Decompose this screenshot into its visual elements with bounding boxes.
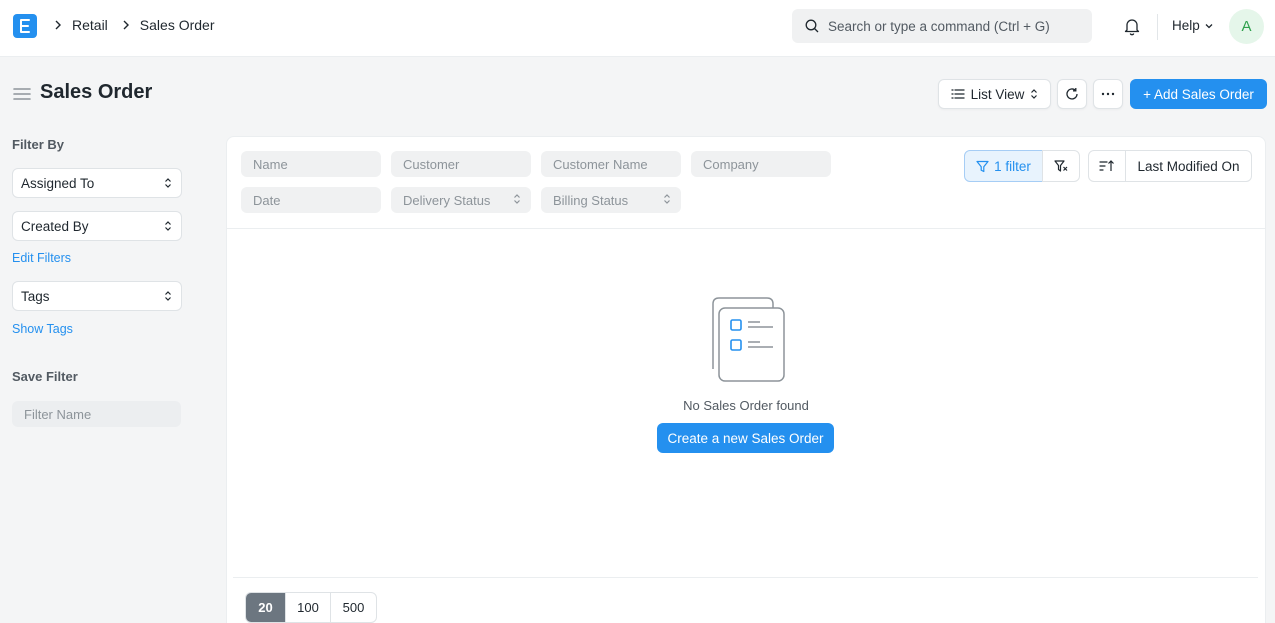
search-bar[interactable]: Search or type a command (Ctrl + G) [792, 9, 1092, 43]
customer-name-filter-input[interactable]: Customer Name [541, 151, 681, 177]
list-view-button[interactable]: List View [938, 79, 1051, 109]
breadcrumb-retail[interactable]: Retail [72, 17, 108, 33]
assigned-to-label: Assigned To [21, 175, 95, 191]
list-icon [950, 88, 965, 100]
add-sales-order-button[interactable]: + Add Sales Order [1130, 79, 1267, 109]
empty-state-message: No Sales Order found [683, 398, 809, 413]
more-options-button[interactable] [1093, 79, 1123, 109]
billing-status-filter-select[interactable]: Billing Status [541, 187, 681, 213]
help-dropdown[interactable]: Help [1172, 18, 1214, 33]
page-length-100[interactable]: 100 [286, 593, 331, 622]
empty-list-icon [705, 296, 787, 384]
filter-by-heading: Filter By [12, 137, 65, 152]
sort-direction-button[interactable] [1088, 150, 1126, 182]
chevron-right-icon [118, 17, 134, 33]
delivery-status-filter-select[interactable]: Delivery Status [391, 187, 531, 213]
app-logo-icon[interactable] [13, 14, 37, 38]
select-arrows-icon [663, 193, 671, 205]
breadcrumb-sales-order[interactable]: Sales Order [140, 17, 215, 33]
billing-status-label: Billing Status [553, 192, 629, 208]
filter-icon [976, 160, 989, 173]
edit-filters-link[interactable]: Edit Filters [12, 251, 71, 265]
list-view-label: List View [970, 86, 1025, 102]
avatar[interactable]: A [1229, 9, 1264, 44]
divider [1157, 14, 1158, 40]
sort-ascending-icon [1099, 159, 1115, 173]
sort-by-button[interactable]: Last Modified On [1125, 150, 1252, 182]
create-sales-order-button[interactable]: Create a new Sales Order [657, 423, 834, 453]
search-icon [804, 18, 820, 34]
sidebar-toggle-icon[interactable] [13, 86, 31, 102]
select-arrows-icon [164, 290, 172, 302]
select-arrows-icon [164, 220, 172, 232]
refresh-icon [1065, 87, 1079, 101]
select-arrows-icon [1030, 88, 1038, 100]
navbar: Retail Sales Order Search or type a comm… [0, 0, 1275, 57]
search-placeholder: Search or type a command (Ctrl + G) [828, 18, 1050, 34]
clear-filters-button[interactable] [1042, 150, 1080, 182]
chevron-right-icon [50, 17, 66, 33]
tags-label: Tags [21, 288, 50, 304]
select-arrows-icon [513, 193, 521, 205]
notification-bell-icon[interactable] [1122, 16, 1142, 36]
company-filter-input[interactable]: Company [691, 151, 831, 177]
chevron-down-icon [1204, 21, 1214, 31]
delivery-status-label: Delivery Status [403, 192, 491, 208]
filter-name-input[interactable]: Filter Name [12, 401, 181, 427]
divider [227, 228, 1265, 229]
page-title: Sales Order [40, 81, 153, 103]
breadcrumb: Retail Sales Order [50, 17, 225, 33]
customer-filter-input[interactable]: Customer [391, 151, 531, 177]
page-length-500[interactable]: 500 [331, 593, 376, 622]
created-by-label: Created By [21, 218, 89, 234]
save-filter-heading: Save Filter [12, 369, 78, 384]
help-label: Help [1172, 18, 1200, 33]
filter-button[interactable]: 1 filter [964, 150, 1043, 182]
tags-select[interactable]: Tags [12, 281, 182, 311]
created-by-select[interactable]: Created By [12, 211, 182, 241]
select-arrows-icon [164, 177, 172, 189]
show-tags-link[interactable]: Show Tags [12, 322, 73, 336]
filter-x-icon [1054, 159, 1068, 173]
assigned-to-select[interactable]: Assigned To [12, 168, 182, 198]
date-filter-input[interactable]: Date [241, 187, 381, 213]
filter-count-label: 1 filter [994, 158, 1031, 174]
name-filter-input[interactable]: Name [241, 151, 381, 177]
refresh-button[interactable] [1057, 79, 1087, 109]
page-length-20[interactable]: 20 [246, 593, 286, 622]
ellipsis-icon [1101, 92, 1115, 96]
page-length-selector: 20 100 500 [245, 592, 377, 623]
divider [233, 577, 1258, 578]
